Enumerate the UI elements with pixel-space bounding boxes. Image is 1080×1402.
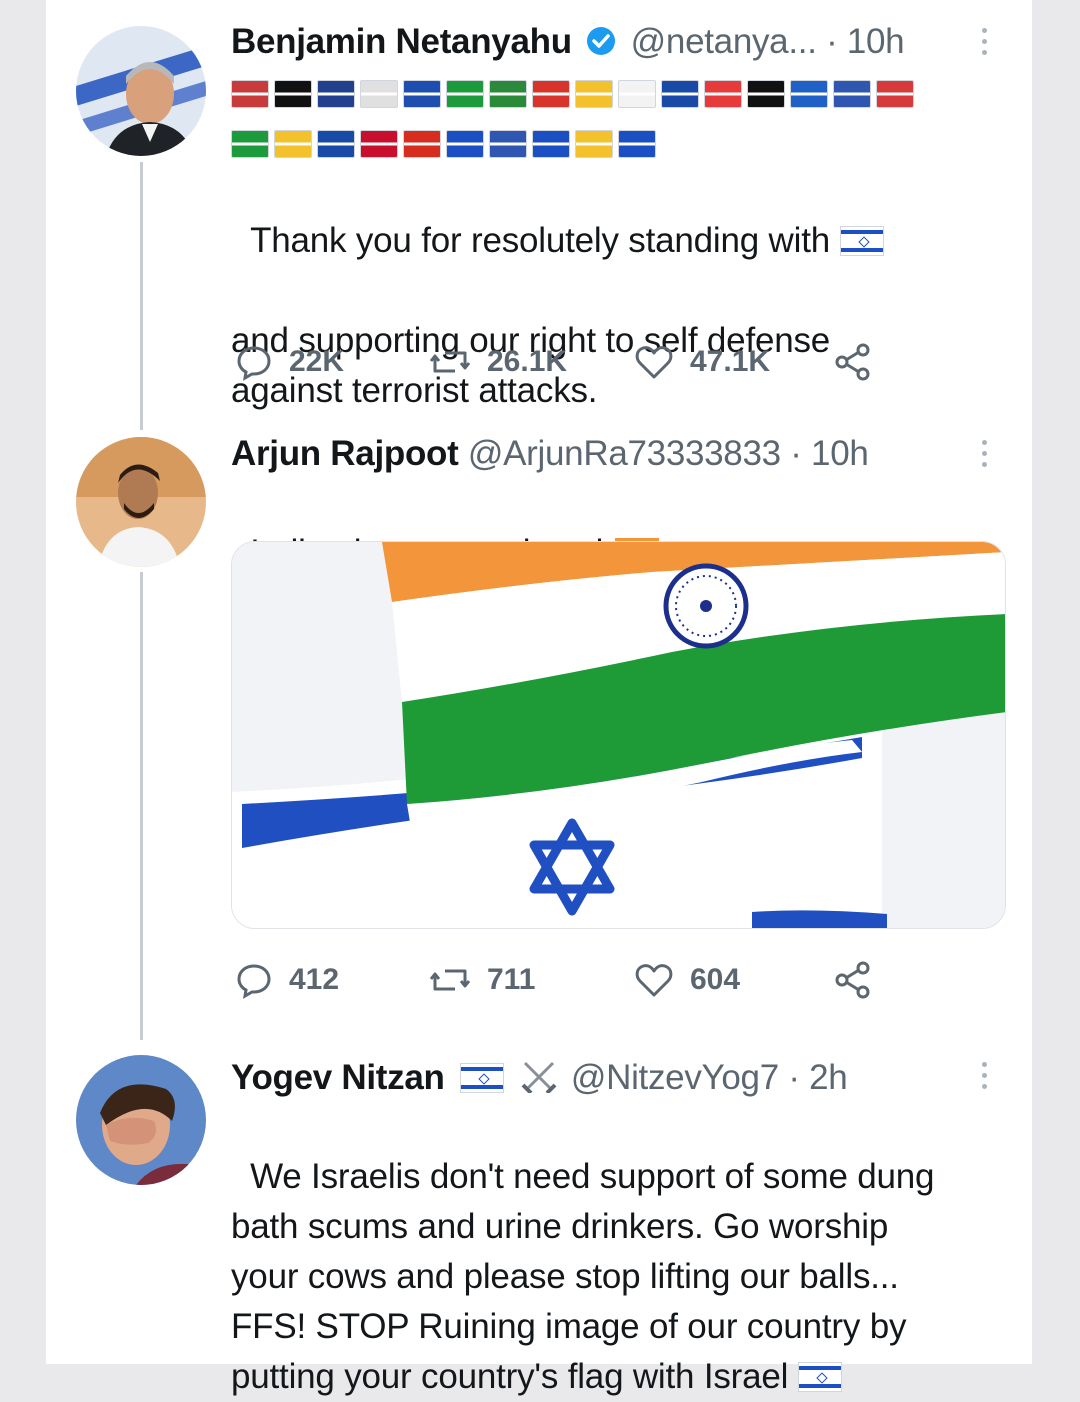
tweet-header: Benjamin Netanyahu @netanya... · 10h — [231, 21, 905, 67]
more-vertical-icon[interactable] — [980, 28, 990, 61]
tweet-time[interactable]: · 10h — [826, 22, 905, 61]
flag-emoji-icon — [618, 80, 656, 108]
israel-flag-icon — [797, 1362, 842, 1392]
author-name[interactable]: Yogev Nitzan — [231, 1058, 445, 1097]
flag-emoji-icon — [231, 130, 269, 158]
flag-emoji-icon — [317, 80, 355, 108]
flag-emoji-icon — [704, 80, 742, 108]
flag-emoji-icon — [876, 80, 914, 108]
retweet-icon — [429, 969, 471, 991]
flag-emoji-icon — [833, 80, 871, 108]
author-name[interactable]: Arjun Rajpoot — [231, 434, 459, 473]
verified-badge-icon — [585, 25, 617, 67]
flag-emoji-icon — [274, 80, 312, 108]
flag-emoji-icon — [747, 80, 785, 108]
flag-emoji-icon — [575, 130, 613, 158]
flag-emoji-icon — [360, 130, 398, 158]
flag-emoji-icon — [618, 130, 656, 158]
tweet-actions: 22K 26.1K 47.1K — [231, 340, 891, 384]
tweet-media-image[interactable] — [231, 541, 1006, 929]
flag-emoji-icon — [532, 80, 570, 108]
flag-emoji-icon — [360, 80, 398, 108]
reply-count: 412 — [289, 963, 340, 996]
author-name[interactable]: Benjamin Netanyahu — [231, 22, 572, 61]
tweet-time[interactable]: · 2h — [788, 1058, 847, 1097]
flag-emoji-icon — [274, 130, 312, 158]
israel-flag-icon — [839, 226, 884, 256]
thread-line — [140, 162, 143, 430]
reply-icon — [237, 346, 271, 381]
tweet-header: Yogev Nitzan @NitzevYog7 · 2h — [231, 1057, 848, 1103]
flag-emoji-icon — [790, 80, 828, 108]
tweet-text: Thank you for resolutely standing with a… — [231, 166, 991, 466]
like-count: 604 — [690, 963, 741, 996]
retweet-icon — [429, 351, 471, 373]
heart-icon — [635, 964, 673, 997]
share-button[interactable] — [833, 958, 873, 1002]
author-handle[interactable]: @NitzevYog7 — [571, 1058, 779, 1097]
thread-line — [140, 572, 143, 1040]
flag-emoji-icon — [446, 130, 484, 158]
tweet-text: We Israelis don't need support of some d… — [231, 1157, 935, 1396]
flag-emoji-icon — [403, 130, 441, 158]
flag-emoji-icon — [575, 80, 613, 108]
israel-flag-icon — [460, 1063, 504, 1093]
retweet-count: 711 — [487, 963, 536, 996]
flag-emoji-icon — [489, 130, 527, 158]
retweet-button[interactable]: 26.1K — [429, 340, 567, 384]
flag-emoji-row — [231, 80, 914, 110]
share-button[interactable] — [833, 340, 873, 384]
like-button[interactable]: 47.1K — [634, 340, 770, 384]
tweet-actions: 412 711 604 — [231, 958, 891, 1002]
tweet-header: Arjun Rajpoot @ArjunRa73333833 · 10h — [231, 433, 869, 475]
flag-emoji-icon — [446, 80, 484, 108]
reply-icon — [237, 964, 271, 999]
flag-emoji-row — [231, 130, 656, 160]
more-vertical-icon[interactable] — [980, 440, 990, 473]
like-button[interactable]: 604 — [634, 958, 740, 1002]
avatar-netanyahu[interactable] — [76, 26, 206, 156]
heart-icon — [635, 346, 673, 379]
share-icon — [835, 961, 870, 999]
flag-emoji-icon — [489, 80, 527, 108]
avatar-yogev[interactable] — [76, 1055, 206, 1185]
retweet-count: 26.1K — [487, 345, 568, 378]
retweet-button[interactable]: 711 — [429, 958, 535, 1002]
reply-count: 22K — [289, 345, 345, 378]
flag-emoji-icon — [317, 130, 355, 158]
flag-emoji-icon — [661, 80, 699, 108]
reply-button[interactable]: 22K — [235, 340, 344, 384]
like-count: 47.1K — [690, 345, 771, 378]
more-vertical-icon[interactable] — [980, 1062, 990, 1095]
flag-emoji-icon — [403, 80, 441, 108]
reply-button[interactable]: 412 — [235, 958, 339, 1002]
flag-emoji-icon — [231, 80, 269, 108]
author-handle[interactable]: @ArjunRa73333833 — [468, 434, 781, 473]
share-icon — [835, 343, 870, 381]
author-handle[interactable]: @netanya... — [631, 22, 817, 61]
flag-emoji-icon — [532, 130, 570, 158]
crossed-swords-icon — [519, 1059, 559, 1103]
tweet-time[interactable]: · 10h — [790, 434, 869, 473]
avatar-arjun[interactable] — [76, 437, 206, 567]
